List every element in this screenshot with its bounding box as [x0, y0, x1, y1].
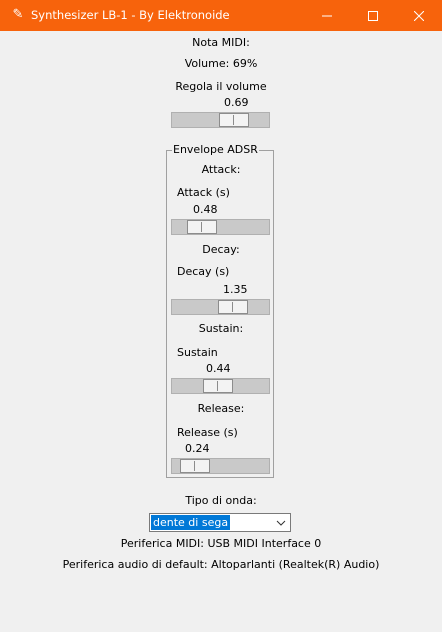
- release-value: 0.24: [185, 442, 210, 455]
- window-title: Synthesizer LB-1 - By Elektronoide: [31, 8, 230, 22]
- sustain-slider[interactable]: [171, 378, 270, 394]
- volume-value: 0.69: [224, 96, 249, 109]
- sustain-scale-label: Sustain: [177, 346, 218, 359]
- volume-slider-thumb[interactable]: [219, 113, 249, 127]
- waveform-selected-value: dente di sega: [151, 515, 231, 530]
- close-icon: [414, 10, 424, 21]
- decay-slider-thumb[interactable]: [218, 300, 248, 314]
- decay-slider[interactable]: [171, 299, 270, 315]
- decay-value: 1.35: [223, 283, 248, 296]
- envelope-adsr-title: Envelope ADSR: [172, 143, 259, 156]
- release-slider-thumb[interactable]: [180, 459, 210, 473]
- release-scale-label: Release (s): [177, 426, 238, 439]
- chevron-down-icon[interactable]: [275, 517, 287, 529]
- release-header: Release:: [197, 402, 245, 415]
- release-slider[interactable]: [171, 458, 270, 474]
- title-bar[interactable]: ✎ Synthesizer LB-1 - By Elektronoide: [0, 0, 442, 31]
- midi-device-label: Periferica MIDI: USB MIDI Interface 0: [120, 537, 322, 550]
- maximize-icon: [368, 10, 378, 21]
- midi-note-label: Nota MIDI:: [192, 36, 250, 49]
- volume-slider[interactable]: [171, 112, 270, 128]
- attack-slider[interactable]: [171, 219, 270, 235]
- minimize-button[interactable]: [304, 0, 350, 31]
- close-button[interactable]: [396, 0, 442, 31]
- volume-status: Volume: 69%: [184, 57, 258, 70]
- sustain-header: Sustain:: [198, 322, 244, 335]
- attack-slider-thumb[interactable]: [187, 220, 217, 234]
- waveform-select[interactable]: dente di sega: [149, 513, 291, 532]
- sustain-slider-thumb[interactable]: [203, 379, 233, 393]
- attack-header: Attack:: [201, 163, 241, 176]
- feather-icon: ✎: [12, 7, 24, 22]
- audio-device-label: Periferica audio di default: Altoparlant…: [62, 558, 380, 571]
- decay-header: Decay:: [202, 243, 240, 256]
- waveform-label: Tipo di onda:: [185, 494, 257, 507]
- maximize-button[interactable]: [350, 0, 396, 31]
- decay-scale-label: Decay (s): [177, 265, 230, 278]
- attack-scale-label: Attack (s): [177, 186, 230, 199]
- minimize-icon: [322, 15, 332, 16]
- attack-value: 0.48: [193, 203, 218, 216]
- sustain-value: 0.44: [206, 362, 231, 375]
- volume-scale-label: Regola il volume: [175, 80, 267, 93]
